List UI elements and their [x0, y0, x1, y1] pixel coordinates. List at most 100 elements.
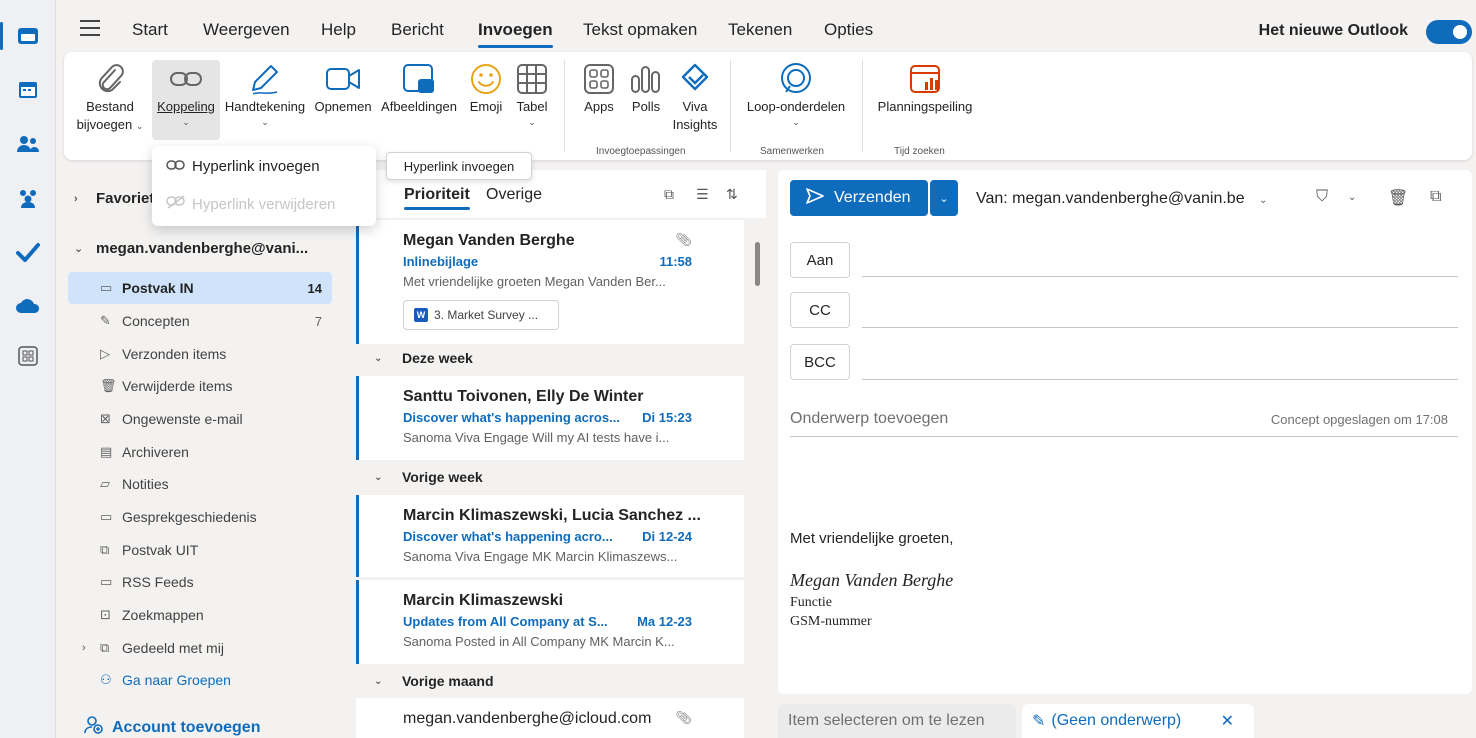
to-button[interactable]: Aan — [790, 242, 850, 278]
discard-trash-icon[interactable]: 🗑︎ — [1388, 188, 1408, 208]
account-header[interactable]: ⌄ megan.vandenberghe@vani... — [74, 240, 308, 257]
pop-out-icon[interactable]: ⧉ — [1430, 188, 1441, 206]
tab-help[interactable]: Help — [321, 20, 356, 40]
link-icon — [166, 158, 192, 175]
cc-button[interactable]: CC — [790, 292, 850, 328]
go-to-groups-link[interactable]: ⚇ Ga naar Groepen — [68, 664, 332, 696]
message-time: 11:58 — [659, 254, 692, 269]
select-icon[interactable]: ⧉ — [664, 186, 674, 203]
folder-sent[interactable]: ▷ Verzonden items — [68, 338, 332, 370]
tab-focused[interactable]: Prioriteit — [404, 186, 470, 210]
remove-hyperlink-item: Hyperlink verwijderen — [166, 192, 335, 216]
send-label: Verzenden — [834, 189, 911, 206]
folder-outbox[interactable]: ⧉ Postvak UIT — [68, 534, 332, 566]
list-item[interactable]: Marcin Klimaszewski, Lucia Sanchez ... D… — [356, 495, 744, 577]
tab-tekst-opmaken[interactable]: Tekst opmaken — [583, 20, 697, 40]
list-item[interactable]: Santtu Toivonen, Elly De Winter Discover… — [356, 376, 744, 460]
more-apps-icon[interactable] — [14, 342, 42, 370]
emoji-button[interactable]: Emoji — [464, 60, 508, 116]
apps-icon — [584, 64, 614, 94]
todo-check-icon[interactable] — [14, 238, 42, 266]
chevron-down-icon: ⌄ — [182, 117, 190, 127]
signature-function[interactable]: Functie — [790, 595, 832, 611]
message-list-scrollbar[interactable] — [750, 218, 766, 738]
folder-label: Postvak UIT — [122, 542, 199, 558]
message-subject: Discover what's happening acros... — [403, 410, 620, 425]
sort-icon[interactable]: ⇅ — [726, 186, 738, 203]
section-header[interactable]: ⌄ Deze week — [356, 344, 744, 372]
bcc-button[interactable]: BCC — [790, 344, 850, 380]
signature-button[interactable]: Handtekening ⌄ — [220, 60, 310, 128]
draft-tab[interactable]: ✎ (Geen onderwerp) ✕ — [1022, 704, 1254, 738]
viva-insights-button[interactable]: Viva Insights — [670, 60, 720, 134]
chevron-down-icon[interactable]: ⌄ — [1348, 192, 1356, 203]
send-icon — [806, 187, 824, 209]
folder-junk[interactable]: ⊠ Ongewenste e-mail — [68, 403, 332, 435]
insert-hyperlink-label: Hyperlink invoegen — [192, 157, 320, 175]
link-dropdown-menu: Hyperlink invoegen Hyperlink verwijderen — [152, 146, 376, 226]
body-greeting[interactable]: Met vriendelijke groeten, — [790, 530, 953, 547]
folder-deleted[interactable]: 🗑︎ Verwijderde items — [68, 370, 332, 402]
folder-label: Notities — [122, 476, 169, 492]
attachment-chip[interactable]: W 3. Market Survey ... — [403, 300, 559, 330]
folder-rss[interactable]: ▭ RSS Feeds — [68, 566, 332, 598]
tab-start[interactable]: Start — [132, 20, 168, 40]
scheduling-poll-button[interactable]: Planningspeiling — [872, 60, 978, 116]
list-item[interactable]: megan.vandenberghe@icloud.com 📎︎ — [356, 698, 744, 738]
tab-tekenen[interactable]: Tekenen — [728, 20, 792, 40]
add-account-button[interactable]: Account toevoegen — [84, 716, 260, 738]
bcc-field[interactable] — [862, 379, 1458, 380]
folder-conversation-history[interactable]: ▭ Gesprekgeschiedenis — [68, 501, 332, 533]
tab-opties[interactable]: Opties — [824, 20, 873, 40]
section-header[interactable]: ⌄ Vorige maand — [356, 667, 744, 695]
folder-drafts[interactable]: ✎ Concepten 7 — [68, 305, 332, 337]
signature-phone[interactable]: GSM-nummer — [790, 614, 872, 630]
calendar-icon[interactable] — [14, 76, 42, 104]
people-icon[interactable] — [14, 130, 42, 158]
folder-archive[interactable]: ▤ Archiveren — [68, 436, 332, 468]
attach-file-button[interactable]: Bestand bijvoegen ⌄ — [68, 60, 152, 134]
record-button[interactable]: Opnemen — [310, 60, 376, 116]
groups-icon[interactable] — [14, 184, 42, 212]
folder-inbox[interactable]: ▭ Postvak IN 14 — [68, 272, 332, 304]
folder-search[interactable]: ⊡ Zoekmappen — [68, 599, 332, 631]
folder-notes[interactable]: ▱ Notities — [68, 468, 332, 500]
tab-bericht[interactable]: Bericht — [391, 20, 444, 40]
hamburger-menu-icon[interactable] — [80, 20, 100, 36]
send-button[interactable]: Verzenden — [790, 180, 928, 216]
link-button[interactable]: Koppeling ⌄ — [152, 60, 220, 140]
favorites-header[interactable]: › Favoriet — [74, 190, 154, 207]
scrollbar-thumb[interactable] — [755, 242, 760, 286]
loop-components-button[interactable]: Loop-onderdelen ⌄ — [740, 60, 852, 128]
insert-hyperlink-item[interactable]: Hyperlink invoegen — [166, 154, 320, 178]
word-file-icon: W — [414, 308, 428, 322]
list-item[interactable]: Marcin Klimaszewski Updates from All Com… — [356, 580, 744, 664]
add-account-label: Account toevoegen — [112, 718, 261, 736]
pencil-icon: ✎ — [100, 313, 111, 328]
reading-tab[interactable]: Item selecteren om te lezen — [778, 704, 1016, 738]
onedrive-cloud-icon[interactable] — [14, 292, 42, 320]
send-options-button[interactable]: ⌄ — [930, 180, 958, 216]
mail-icon[interactable] — [14, 22, 42, 50]
tab-weergeven[interactable]: Weergeven — [203, 20, 290, 40]
cc-field[interactable] — [862, 327, 1458, 328]
tab-invoegen[interactable]: Invoegen — [478, 20, 553, 48]
apps-button[interactable]: Apps — [576, 60, 622, 116]
list-item[interactable]: Megan Vanden Berghe 📎︎ Inlinebijlage 11:… — [356, 220, 744, 344]
polls-button[interactable]: Polls — [624, 60, 668, 116]
signature-name[interactable]: Megan Vanden Berghe — [790, 570, 953, 591]
to-field[interactable] — [862, 276, 1458, 277]
loop-label: Loop-onderdelen — [746, 99, 846, 114]
chevron-down-icon: ⌄ — [939, 192, 949, 205]
filter-icon[interactable]: ☰ — [696, 186, 709, 203]
table-button[interactable]: Tabel ⌄ — [510, 60, 554, 128]
subject-input[interactable]: Onderwerp toevoegen — [790, 410, 948, 428]
section-header[interactable]: ⌄ Vorige week — [356, 463, 744, 491]
images-button[interactable]: Afbeeldingen — [376, 60, 462, 116]
tab-other[interactable]: Overige — [486, 186, 542, 204]
from-selector[interactable]: Van: megan.vandenberghe@vanin.be ⌄ — [976, 190, 1267, 208]
sensitivity-shield-icon[interactable]: ⛉ — [1316, 188, 1328, 206]
new-outlook-toggle[interactable] — [1426, 20, 1472, 44]
close-icon[interactable]: ✕ — [1221, 711, 1234, 731]
folder-shared[interactable]: › ⧉ Gedeeld met mij — [68, 632, 332, 664]
